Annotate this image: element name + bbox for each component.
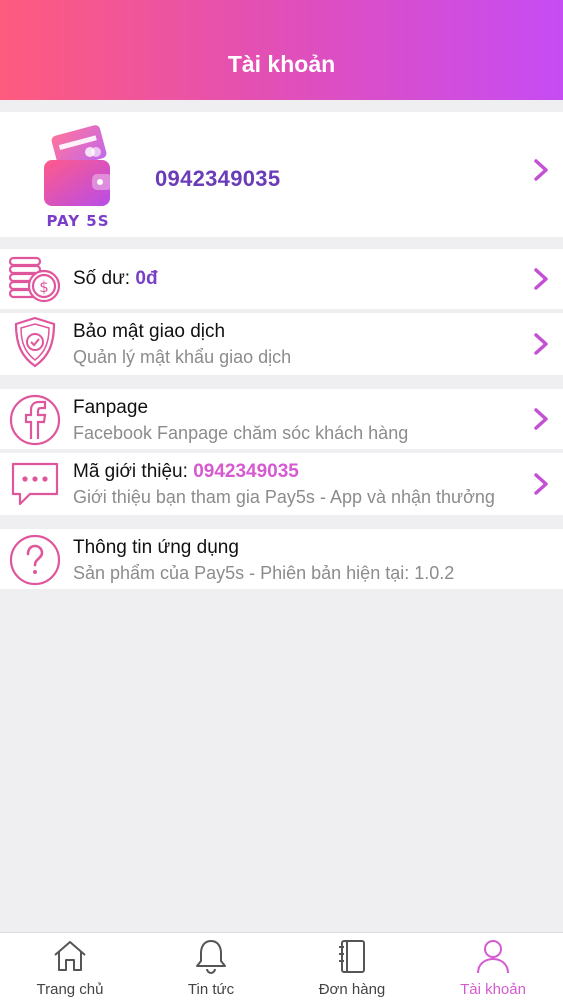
balance-label-text: Số dư: [73, 268, 131, 289]
fanpage-subtitle: Facebook Fanpage chăm sóc khách hàng [73, 423, 409, 443]
balance-label: Số dư: 0đ [73, 268, 158, 290]
chevron-right-icon [534, 473, 548, 495]
app-info-row[interactable]: Thông tin ứng dụng Sản phẩm của Pay5s - … [0, 529, 563, 589]
page-title: Tài khoản [227, 50, 336, 77]
security-row[interactable]: Bảo mật giao dịch Quản lý mật khẩu giao … [0, 313, 563, 375]
svg-text:$: $ [39, 278, 49, 296]
profile-card[interactable]: PAY 5S 0942349035 [0, 112, 563, 237]
balance-row[interactable]: $ Số dư: 0đ [0, 249, 563, 309]
wallet-logo-icon [44, 125, 112, 206]
logo-text: PAY 5S [46, 212, 110, 230]
shield-icon [14, 316, 56, 368]
chevron-right-icon [534, 268, 548, 290]
security-subtitle: Quản lý mật khẩu giao dịch [73, 347, 292, 367]
nav-news[interactable]: Tin tức [141, 933, 281, 1000]
referral-subtitle: Giới thiệu bạn tham gia Pay5s - App và n… [73, 487, 495, 507]
user-icon [477, 940, 509, 974]
app-info-title: Thông tin ứng dụng [73, 537, 239, 558]
nav-account-label: Tài khoản [460, 981, 526, 998]
notebook-icon [339, 940, 365, 973]
referral-label: Mã giới thiệu: [73, 461, 188, 482]
fanpage-title: Fanpage [73, 397, 149, 418]
referral-title: Mã giới thiệu: 0942349035 [73, 461, 299, 483]
home-icon [54, 941, 86, 971]
facebook-icon [9, 394, 61, 446]
referral-row[interactable]: Mã giới thiệu: 0942349035 Giới thiệu bạn… [0, 453, 563, 515]
bell-icon [196, 940, 226, 974]
chevron-right-icon [534, 408, 548, 430]
nav-orders[interactable]: Đơn hàng [282, 933, 422, 1000]
nav-orders-label: Đơn hàng [318, 981, 386, 998]
coins-icon: $ [8, 256, 61, 303]
balance-value: 0đ [135, 268, 158, 289]
question-icon [9, 534, 61, 586]
chat-bubble-icon [11, 462, 59, 506]
nav-account[interactable]: Tài khoản [423, 933, 563, 1000]
fanpage-row[interactable]: Fanpage Facebook Fanpage chăm sóc khách … [0, 389, 563, 449]
pay5s-logo: PAY 5S [38, 124, 118, 234]
nav-home[interactable]: Trang chủ [0, 933, 140, 1000]
profile-chevron-right-icon[interactable] [533, 158, 549, 182]
app-header: Tài khoản [0, 0, 563, 100]
nav-home-label: Trang chủ [36, 981, 104, 998]
nav-news-label: Tin tức [187, 981, 235, 998]
chevron-right-icon [534, 333, 548, 355]
profile-phone: 0942349035 [155, 166, 281, 191]
referral-code: 0942349035 [193, 461, 299, 482]
app-info-subtitle: Sản phẩm của Pay5s - Phiên bản hiện tại:… [73, 563, 455, 583]
security-title: Bảo mật giao dịch [73, 321, 226, 342]
bottom-nav: Trang chủ Tin tức Đơn hàng Tài khoản [0, 932, 563, 1000]
